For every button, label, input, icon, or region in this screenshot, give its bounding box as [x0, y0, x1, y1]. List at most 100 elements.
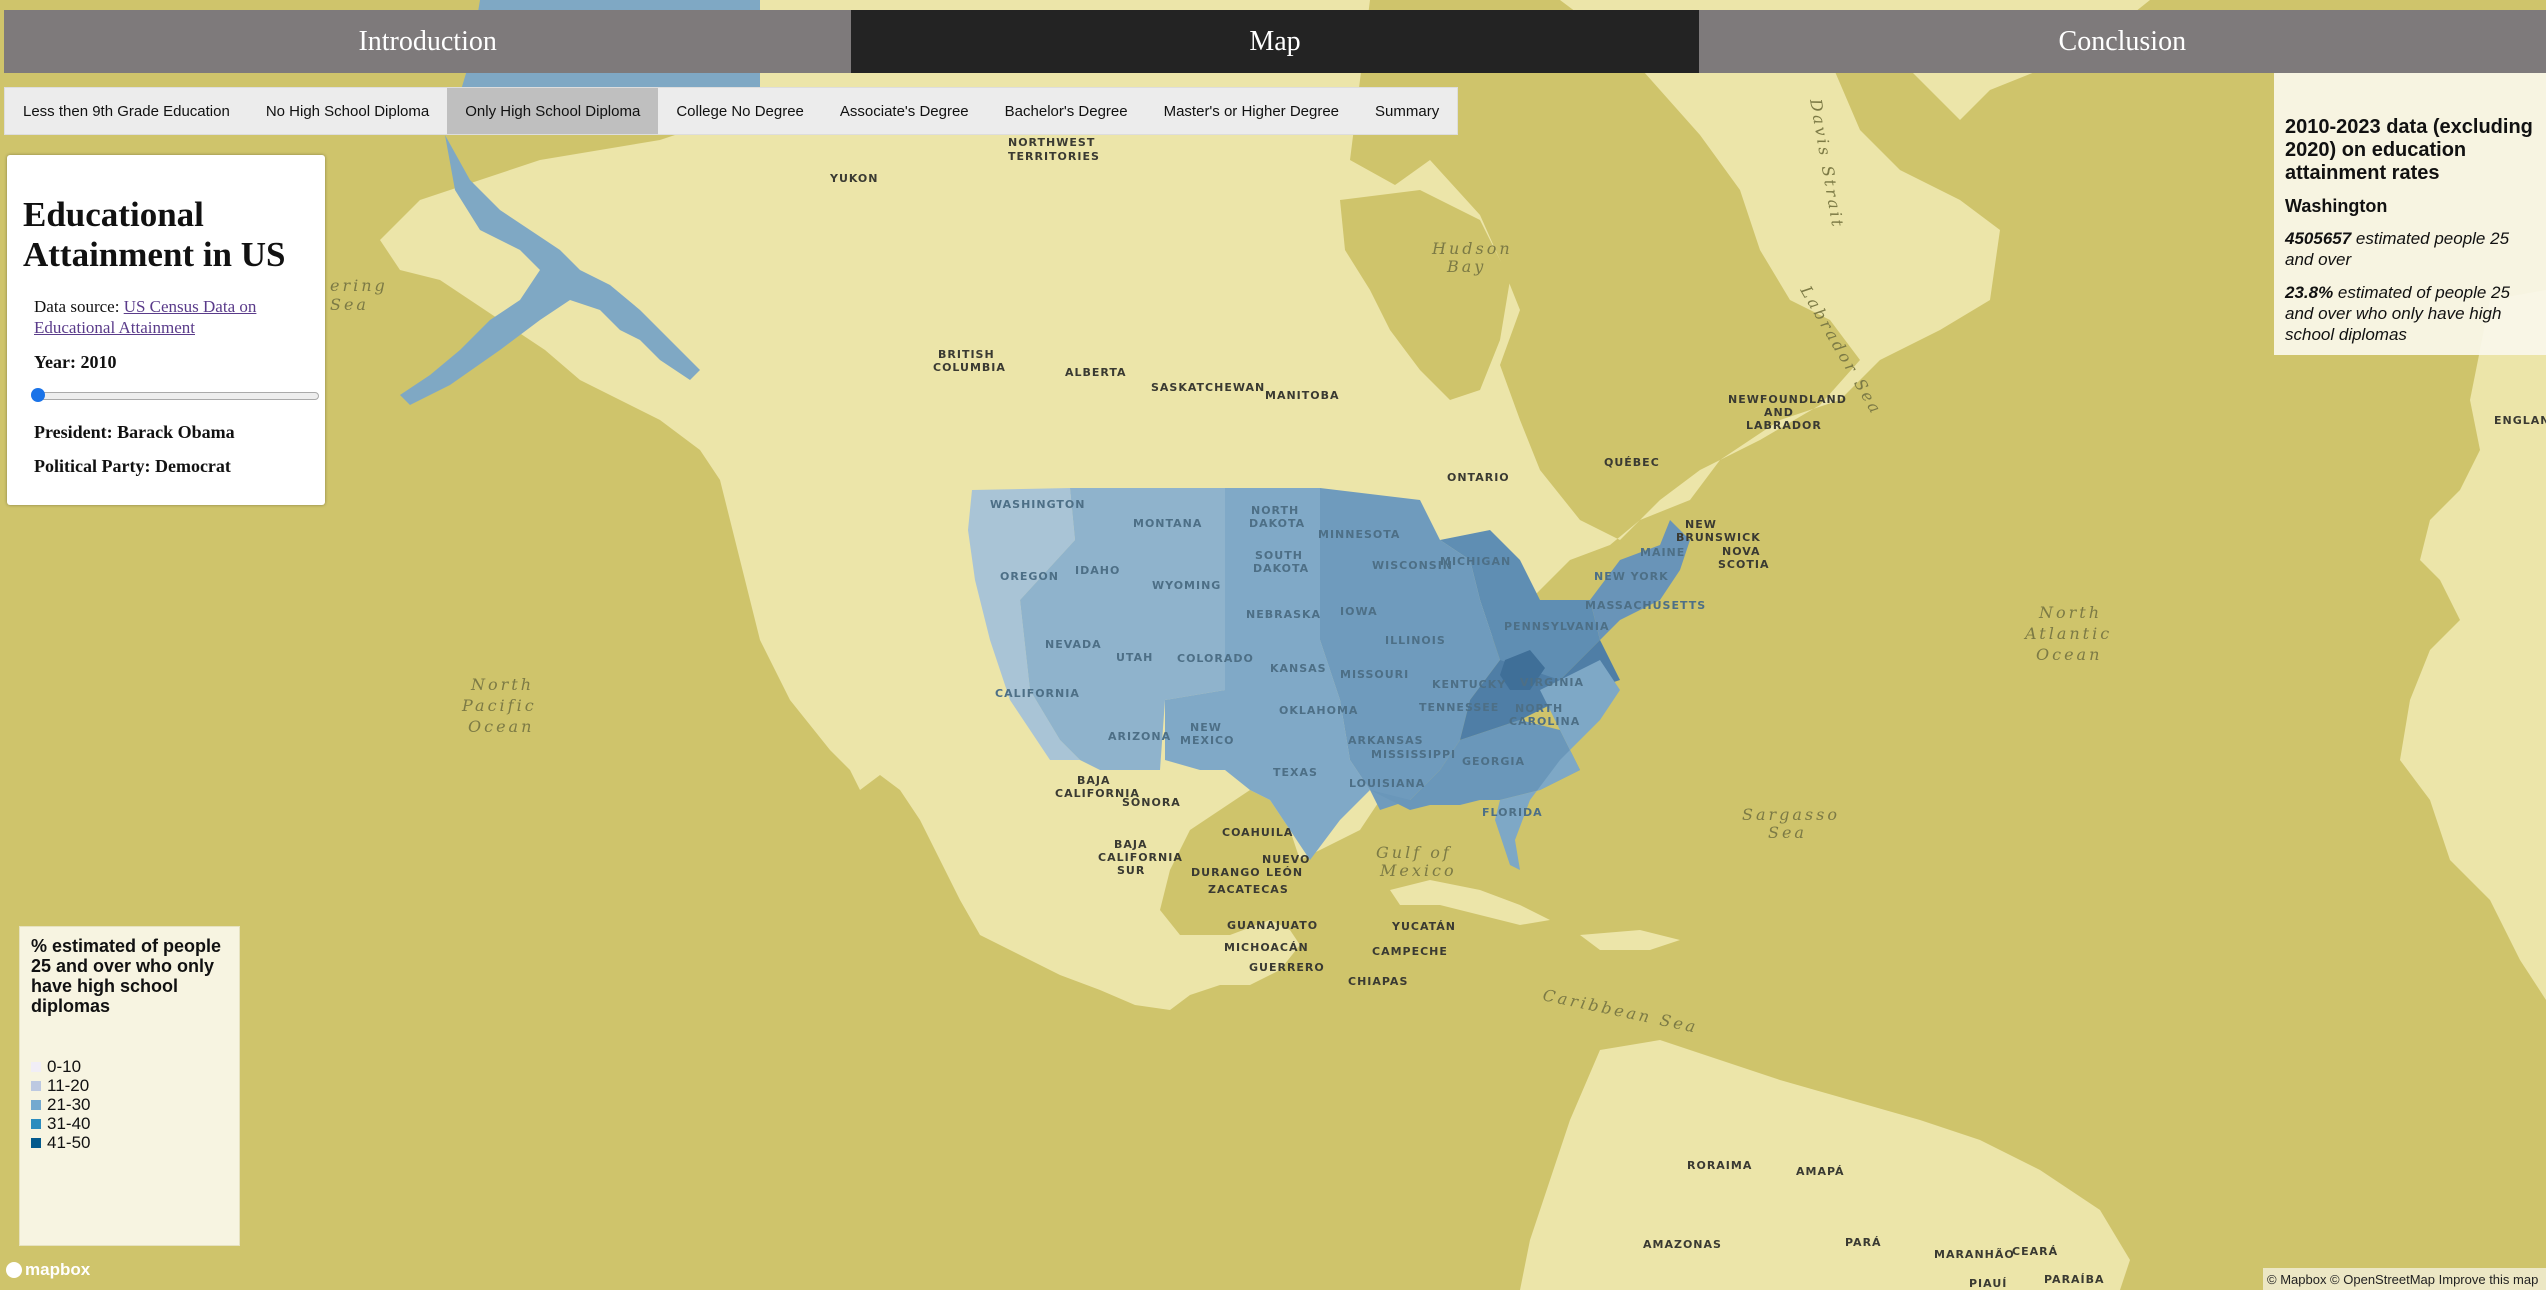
svg-text:Gulf of: Gulf of [1376, 843, 1452, 862]
legend-swatch [31, 1119, 41, 1129]
tab-summary[interactable]: Summary [1357, 88, 1457, 134]
nav-conclusion[interactable]: Conclusion [1698, 10, 2546, 73]
tab-bachelors-degree[interactable]: Bachelor's Degree [987, 88, 1146, 134]
svg-text:ARIZONA: ARIZONA [1108, 730, 1171, 743]
svg-text:TENNESSEE: TENNESSEE [1419, 701, 1499, 714]
year-label: Year: 2010 [34, 352, 117, 372]
svg-text:Atlantic: Atlantic [2023, 624, 2112, 643]
svg-text:CHIAPAS: CHIAPAS [1348, 975, 1408, 988]
svg-text:OKLAHOMA: OKLAHOMA [1279, 704, 1358, 717]
svg-text:ering: ering [330, 276, 388, 295]
svg-text:Ocean: Ocean [2036, 645, 2102, 664]
svg-text:SCOTIA: SCOTIA [1718, 558, 1769, 571]
svg-text:NORTH: NORTH [1515, 702, 1563, 715]
svg-text:DAKOTA: DAKOTA [1253, 562, 1309, 575]
svg-text:KENTUCKY: KENTUCKY [1432, 678, 1506, 691]
svg-text:ARKANSAS: ARKANSAS [1348, 734, 1424, 747]
svg-text:QUÉBEC: QUÉBEC [1604, 456, 1660, 469]
svg-text:ALBERTA: ALBERTA [1065, 366, 1127, 379]
svg-text:LEÓN: LEÓN [1266, 866, 1303, 879]
svg-text:ONTARIO: ONTARIO [1447, 471, 1510, 484]
svg-text:CAMPECHE: CAMPECHE [1372, 945, 1448, 958]
svg-text:Hudson: Hudson [1431, 239, 1513, 258]
svg-text:TEXAS: TEXAS [1273, 766, 1318, 779]
svg-text:TERRITORIES: TERRITORIES [1008, 150, 1100, 163]
svg-text:BRUNSWICK: BRUNSWICK [1676, 531, 1761, 544]
legend-label: 21-30 [47, 1095, 91, 1114]
svg-text:MARANHÃO: MARANHÃO [1934, 1248, 2015, 1261]
svg-text:NEWFOUNDLAND: NEWFOUNDLAND [1728, 393, 1847, 406]
legend-item: 21-30 [31, 1095, 90, 1115]
svg-text:AND: AND [1764, 406, 1794, 419]
svg-text:MICHIGAN: MICHIGAN [1440, 555, 1511, 568]
svg-text:North: North [2038, 603, 2102, 622]
svg-text:MINNESOTA: MINNESOTA [1318, 528, 1400, 541]
svg-text:NEW: NEW [1190, 721, 1222, 734]
svg-text:ILLINOIS: ILLINOIS [1385, 634, 1446, 647]
tab-college-no-degree[interactable]: College No Degree [658, 88, 822, 134]
svg-text:ENGLAND: ENGLAND [2494, 414, 2546, 427]
svg-text:Sea: Sea [330, 295, 369, 314]
nav-map[interactable]: Map [851, 10, 1699, 73]
svg-text:NOVA: NOVA [1722, 545, 1761, 558]
tab-only-high-school-diploma[interactable]: Only High School Diploma [447, 88, 659, 134]
svg-text:CALIFORNIA: CALIFORNIA [995, 687, 1080, 700]
svg-text:OREGON: OREGON [1000, 570, 1059, 583]
map-attribution[interactable]: © Mapbox © OpenStreetMap Improve this ma… [2263, 1268, 2546, 1290]
svg-text:GUERRERO: GUERRERO [1249, 961, 1325, 974]
svg-text:LOUISIANA: LOUISIANA [1349, 777, 1425, 790]
svg-text:KANSAS: KANSAS [1270, 662, 1327, 675]
svg-text:ZACATECAS: ZACATECAS [1208, 883, 1289, 896]
svg-text:MICHOACÁN: MICHOACÁN [1224, 941, 1309, 954]
legend-label: 0-10 [47, 1057, 82, 1076]
svg-text:CAROLINA: CAROLINA [1509, 715, 1580, 728]
svg-text:MAINE: MAINE [1640, 546, 1685, 559]
nav-introduction[interactable]: Introduction [4, 10, 852, 73]
svg-text:YUCATÁN: YUCATÁN [1391, 920, 1456, 933]
svg-text:VIRGINIA: VIRGINIA [1520, 676, 1584, 689]
svg-text:Bay: Bay [1446, 257, 1486, 276]
legend-swatch [31, 1138, 41, 1148]
svg-text:Sea: Sea [1768, 823, 1807, 842]
svg-text:DURANGO: DURANGO [1191, 866, 1261, 879]
svg-text:DAKOTA: DAKOTA [1249, 517, 1305, 530]
svg-text:SUR: SUR [1117, 864, 1145, 877]
map-canvas[interactable]: YUKON NORTHWEST TERRITORIES BRITISH COLU… [0, 0, 2546, 1290]
svg-text:Pacific: Pacific [461, 696, 537, 715]
svg-text:BAJA: BAJA [1114, 838, 1148, 851]
svg-text:NEW: NEW [1685, 518, 1717, 531]
tab-associates-degree[interactable]: Associate's Degree [822, 88, 987, 134]
tab-less-than-9th-grade[interactable]: Less then 9th Grade Education [5, 88, 248, 134]
svg-text:NUEVO: NUEVO [1262, 853, 1310, 866]
svg-text:SOUTH: SOUTH [1255, 549, 1303, 562]
svg-text:NORTHWEST: NORTHWEST [1008, 136, 1095, 149]
svg-text:NORTH: NORTH [1251, 504, 1299, 517]
svg-text:GUANAJUATO: GUANAJUATO [1227, 919, 1318, 932]
legend-swatch [31, 1081, 41, 1091]
svg-text:RORAIMA: RORAIMA [1687, 1159, 1752, 1172]
legend-item: 0-10 [31, 1057, 81, 1077]
map-legend: % estimated of people 25 and over who on… [19, 926, 240, 1246]
svg-text:NEVADA: NEVADA [1045, 638, 1102, 651]
details-population: 4505657 estimated people 25 and over [2285, 228, 2535, 270]
svg-text:GEORGIA: GEORGIA [1462, 755, 1525, 768]
svg-text:PARAÍBA: PARAÍBA [2044, 1273, 2105, 1286]
svg-text:BAJA: BAJA [1077, 774, 1111, 787]
state-details-panel: 2010-2023 data (excluding 2020) on educa… [2274, 73, 2546, 355]
tab-masters-or-higher[interactable]: Master's or Higher Degree [1146, 88, 1357, 134]
legend-swatch [31, 1100, 41, 1110]
year-slider-track[interactable] [34, 392, 319, 400]
mapbox-logo[interactable]: mapbox [6, 1260, 90, 1280]
svg-text:AMAPÁ: AMAPÁ [1796, 1165, 1845, 1178]
svg-text:CEARÁ: CEARÁ [2012, 1245, 2058, 1258]
svg-text:Mexico: Mexico [1379, 861, 1457, 880]
year-slider-thumb[interactable] [31, 388, 45, 402]
info-panel: Educational Attainment in US Data source… [7, 155, 325, 505]
tab-no-high-school-diploma[interactable]: No High School Diploma [248, 88, 447, 134]
svg-text:PENNSYLVANIA: PENNSYLVANIA [1504, 620, 1609, 633]
details-state-name: Washington [2285, 196, 2388, 216]
year-slider[interactable] [31, 388, 319, 402]
svg-text:SONORA: SONORA [1122, 796, 1181, 809]
svg-text:MISSISSIPPI: MISSISSIPPI [1371, 748, 1456, 761]
svg-text:MANITOBA: MANITOBA [1265, 389, 1340, 402]
